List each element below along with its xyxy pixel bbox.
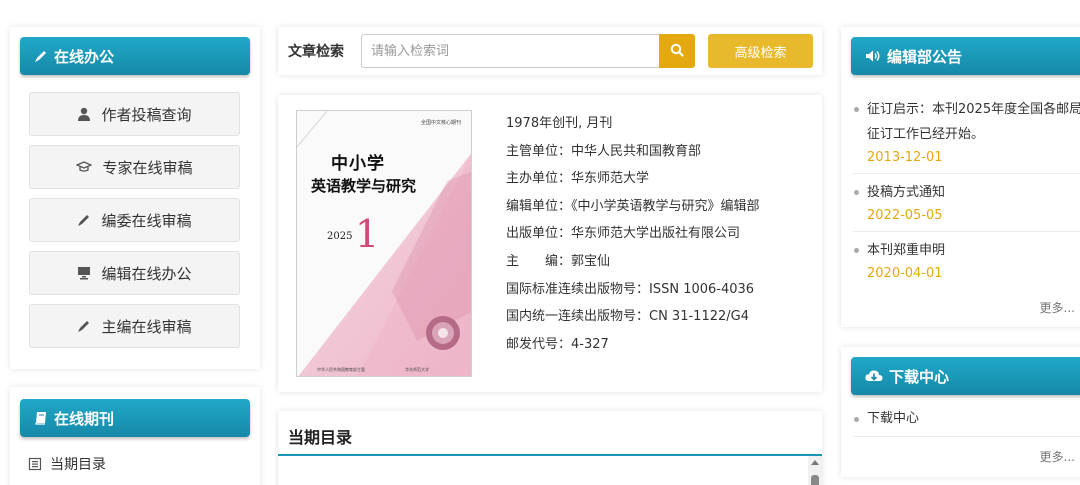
current-issue-panel: 当期目录 — [278, 411, 822, 485]
author-submission-query-label: 作者投稿查询 — [101, 105, 192, 124]
info-editor-unit: 编辑单位：《中小学英语教学与研究》编辑部 — [506, 198, 760, 214]
pencil-icon — [34, 49, 48, 63]
article-search-bar: 文章检索 高级检索 — [278, 27, 822, 75]
pencil-icon — [77, 213, 91, 227]
search-icon — [670, 42, 684, 61]
download-center-title: 下载中心 — [889, 367, 950, 386]
cover-bottom-right-text: 华东师范大学 — [405, 367, 429, 372]
journal-cover-image[interactable]: 全国中文核心期刊 中小学 英语教学与研究 2025 1 中华人民共和国教育部主管… — [296, 110, 472, 377]
current-issue-label: 当期目录 — [50, 457, 106, 473]
book-icon — [34, 411, 48, 425]
download-more-link[interactable]: 更多... — [1040, 448, 1075, 465]
cloud-download-icon — [865, 369, 883, 383]
info-supervisor: 主管单位：中华人民共和国教育部 — [506, 143, 702, 159]
download-center-header: 下载中心 — [851, 357, 1080, 395]
notice-list: 征订启示：本刊2025年度全国各邮局征订工作已经开始。 2013-12-01 投… — [853, 97, 1080, 287]
chief-editor-review-button[interactable]: 主编在线审稿 — [29, 304, 240, 348]
search-button[interactable] — [659, 34, 695, 68]
current-issue-title: 当期目录 — [288, 428, 353, 447]
notice-text: 本刊郑重申明 — [867, 243, 946, 258]
list-icon — [28, 457, 42, 471]
online-office-title: 在线办公 — [54, 47, 115, 66]
editorial-board-review-button[interactable]: 编委在线审稿 — [29, 198, 240, 242]
speaker-icon — [865, 49, 881, 63]
graduation-cap-icon — [76, 160, 93, 174]
search-input[interactable] — [361, 34, 659, 68]
editorial-notice-title: 编辑部公告 — [887, 47, 963, 66]
toc-divider — [278, 454, 822, 456]
cover-top-text: 全国中文核心期刊 — [420, 120, 461, 126]
online-journal-panel: 在线期刊 当期目录 — [10, 387, 260, 485]
info-chief-editor: 主 编：郭宝仙 — [506, 253, 611, 269]
download-center-panel: 下载中心 下载中心 更多... — [841, 347, 1080, 477]
online-office-header: 在线办公 — [20, 37, 250, 75]
article-search-label: 文章检索 — [288, 44, 344, 60]
current-issue-link[interactable]: 当期目录 — [28, 454, 106, 474]
notice-date: 2020-04-01 — [867, 266, 943, 281]
editorial-board-review-label: 编委在线审稿 — [101, 211, 192, 230]
notice-item[interactable]: 本刊郑重申明 2020-04-01 — [853, 238, 1080, 287]
editor-office-button[interactable]: 编辑在线办公 — [29, 251, 240, 295]
advanced-search-button[interactable]: 高级检索 — [708, 34, 813, 68]
chief-editor-review-label: 主编在线审稿 — [101, 317, 192, 336]
journal-info-list: 1978年创刊, 月刊 主管单位：中华人民共和国教育部 主办单位：华东师范大学 … — [506, 114, 760, 362]
notice-date: 2022-05-05 — [867, 208, 943, 223]
download-center-link[interactable]: 下载中心 — [853, 409, 1080, 437]
notice-text: 征订启示：本刊2025年度全国各邮局征订工作已经开始。 — [867, 102, 1080, 142]
author-submission-query-button[interactable]: 作者投稿查询 — [29, 92, 240, 136]
toc-scrollbar[interactable] — [808, 456, 822, 485]
notice-date: 2013-12-01 — [867, 150, 943, 165]
info-publisher: 出版单位：华东师范大学出版社有限公司 — [506, 226, 741, 242]
scroll-thumb[interactable] — [811, 475, 819, 485]
info-cn: 国内统一连续出版物号：CN 31-1122/G4 — [506, 309, 749, 325]
cover-bottom-left-text: 中华人民共和国教育部主管 — [317, 367, 365, 372]
cover-title-line2: 英语教学与研究 — [311, 177, 417, 195]
monitor-icon — [77, 266, 91, 280]
online-journal-header: 在线期刊 — [20, 399, 250, 437]
expert-review-label: 专家在线审稿 — [102, 158, 193, 177]
cover-issue-number: 1 — [355, 212, 380, 256]
notice-text: 投稿方式通知 — [867, 185, 946, 200]
scroll-up-arrow-icon[interactable] — [811, 460, 819, 465]
info-postal-code: 邮发代号：4-327 — [506, 336, 609, 352]
editorial-notice-header: 编辑部公告 — [851, 37, 1080, 75]
online-journal-title: 在线期刊 — [54, 409, 115, 428]
notice-more-link[interactable]: 更多... — [1040, 299, 1075, 316]
expert-review-button[interactable]: 专家在线审稿 — [29, 145, 240, 189]
pencil-icon — [77, 319, 91, 333]
info-issn: 国际标准连续出版物号：ISSN 1006-4036 — [506, 281, 755, 297]
notice-item[interactable]: 投稿方式通知 2022-05-05 — [853, 180, 1080, 232]
editor-office-label: 编辑在线办公 — [101, 264, 192, 283]
user-icon — [77, 107, 91, 121]
info-sponsor: 主办单位：华东师范大学 — [506, 171, 650, 187]
cover-title-line1: 中小学 — [331, 154, 385, 174]
notice-item[interactable]: 征订启示：本刊2025年度全国各邮局征订工作已经开始。 2013-12-01 — [853, 97, 1080, 174]
editorial-notice-panel: 编辑部公告 征订启示：本刊2025年度全国各邮局征订工作已经开始。 2013-1… — [841, 27, 1080, 327]
cover-year: 2025 — [327, 231, 353, 242]
online-office-panel: 在线办公 作者投稿查询 专家在线审稿 编委在线审稿 编辑在线办公 主编在线审稿 — [10, 27, 260, 369]
info-founded: 1978年创刊, 月刊 — [506, 116, 613, 131]
journal-info-panel: 全国中文核心期刊 中小学 英语教学与研究 2025 1 中华人民共和国教育部主管… — [278, 95, 822, 392]
